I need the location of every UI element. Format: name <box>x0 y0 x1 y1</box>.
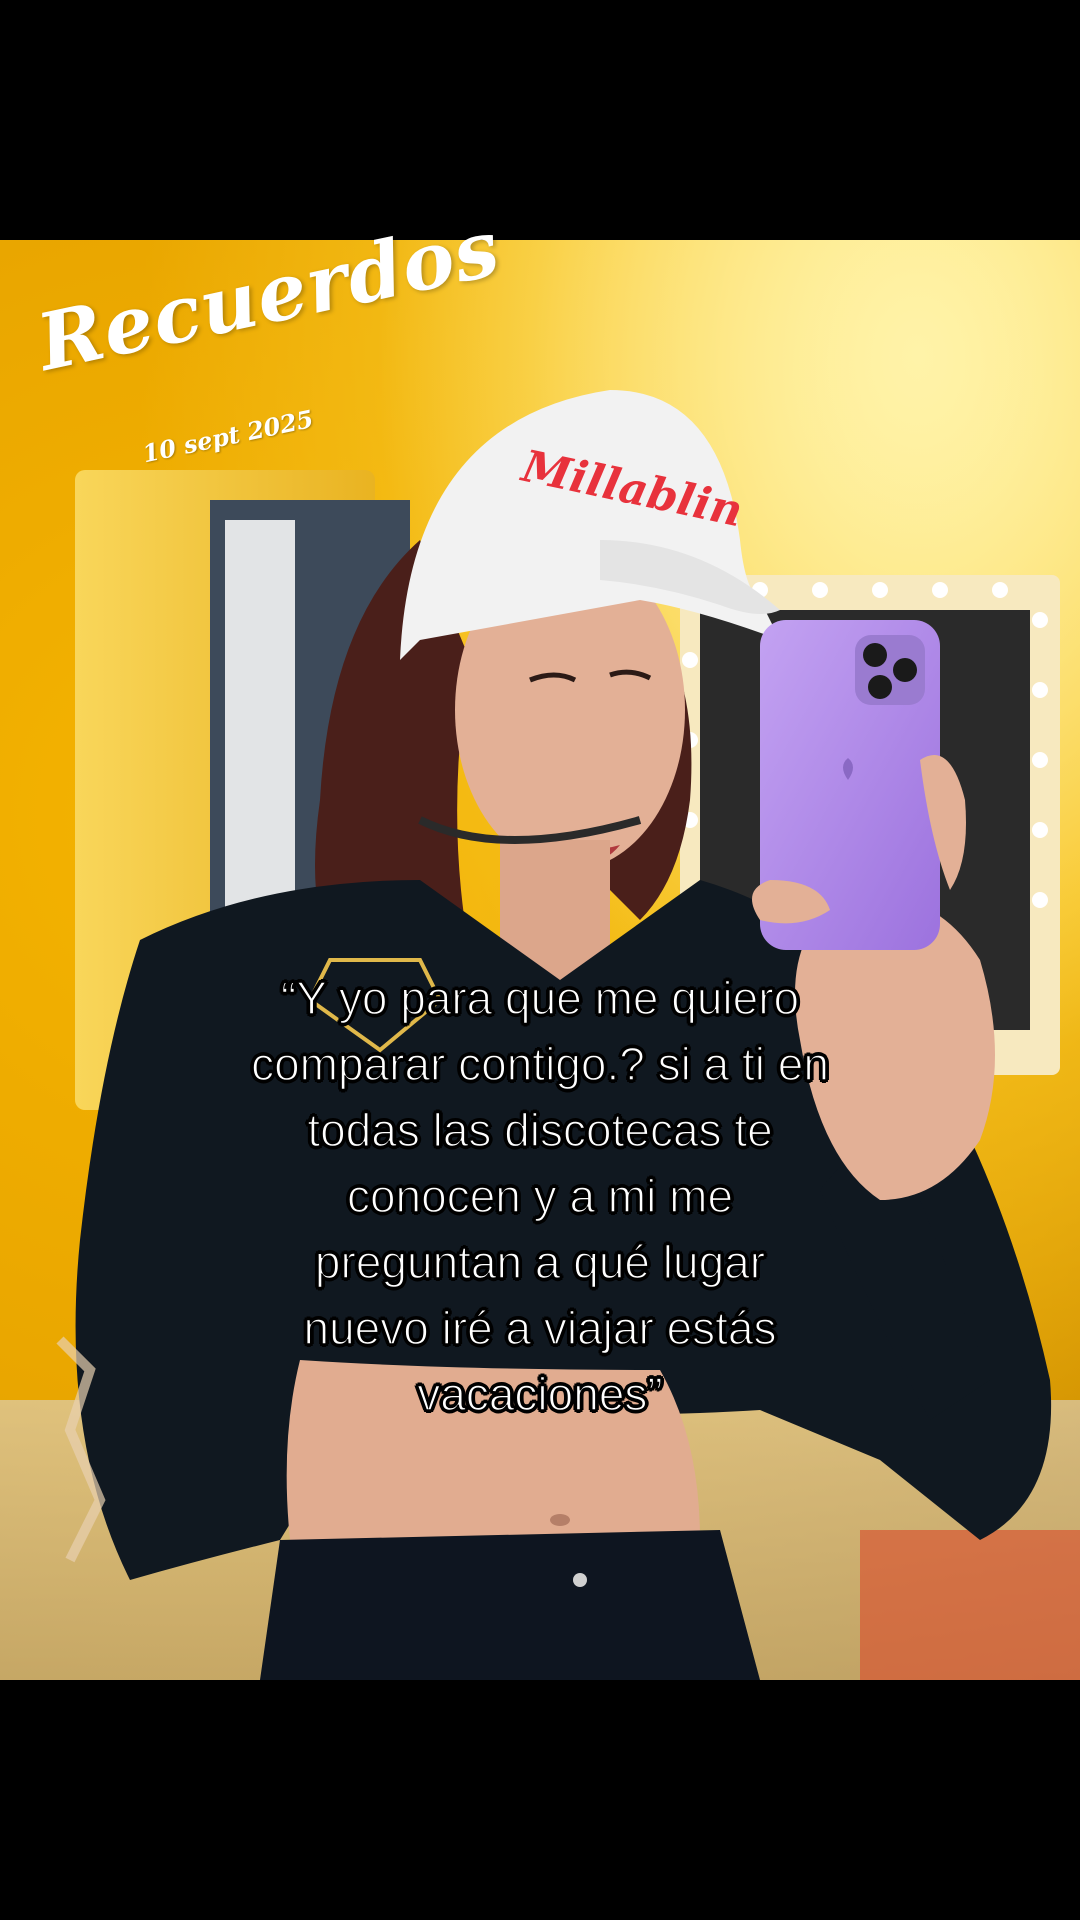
caption-line: comparar contigo.? si a ti en <box>250 1037 829 1091</box>
pants <box>260 1530 760 1680</box>
caption-line: preguntan a qué lugar <box>314 1235 766 1289</box>
phone-lens <box>863 643 887 667</box>
caption-line: “Y yo para que me quiero <box>280 971 800 1025</box>
letterbox-top <box>0 0 1080 240</box>
phone-lens <box>868 675 892 699</box>
drawstring <box>573 1573 587 1587</box>
caption-line: nuevo iré a viajar estás <box>303 1301 778 1355</box>
caption-line: conocen y a mi me <box>346 1169 734 1223</box>
phone-lens <box>893 658 917 682</box>
letterbox-bottom <box>0 1680 1080 1920</box>
caption-line: vacaciones” <box>417 1367 664 1421</box>
quote-caption: “Y yo para que me quiero comparar contig… <box>90 965 990 1427</box>
caption-line: todas las discotecas te <box>307 1103 774 1157</box>
navel <box>550 1514 570 1526</box>
floor-accent <box>860 1530 1080 1680</box>
